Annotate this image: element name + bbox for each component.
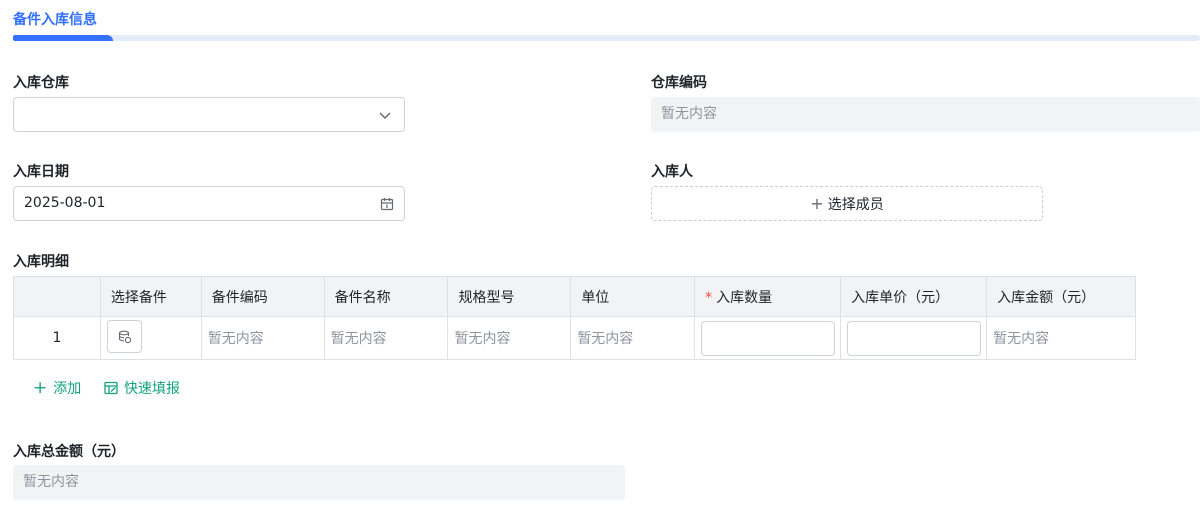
parts-picker-icon	[118, 330, 132, 343]
section-underline-active	[13, 35, 113, 41]
unit-price-input[interactable]	[847, 320, 982, 356]
warehouse-label: 入库仓库	[13, 75, 69, 91]
column-header-quantity-label: 入库数量	[716, 289, 773, 306]
table-row: 1 暂无内容 暂无内容 暂无内容 暂无内容 暂无内容	[13, 316, 1136, 360]
chevron-down-icon	[379, 112, 391, 120]
spec-cell: 暂无内容	[447, 316, 572, 360]
select-part-button[interactable]	[106, 319, 142, 353]
inbound-date-value: 2025-08-01	[24, 195, 106, 211]
unit-price-cell	[840, 316, 988, 360]
total-amount-label: 入库总金额（元）	[13, 444, 125, 460]
inbound-date-input[interactable]: 2025-08-01	[13, 186, 405, 221]
plus-icon: +	[810, 194, 824, 213]
required-mark: *	[705, 289, 713, 306]
row-index: 1	[13, 316, 101, 360]
select-member-label: 选择成员	[827, 197, 884, 213]
column-header-index	[13, 276, 101, 317]
quantity-cell	[694, 316, 842, 360]
section-title: 备件入库信息	[13, 12, 97, 28]
column-header-part-code: 备件编码	[200, 276, 325, 317]
total-amount-value: 暂无内容	[13, 465, 625, 500]
quick-fill-label: 快速填报	[124, 381, 180, 397]
column-header-unit-price: 入库单价（元）	[840, 276, 988, 317]
section-underline	[13, 35, 1200, 41]
part-code-cell: 暂无内容	[200, 316, 325, 360]
select-part-cell	[99, 316, 202, 360]
select-member-button[interactable]: + 选择成员	[651, 186, 1043, 221]
warehouse-select[interactable]	[13, 97, 405, 132]
column-header-part-name: 备件名称	[323, 276, 449, 317]
part-name-cell: 暂无内容	[323, 316, 449, 360]
calendar-icon	[380, 198, 394, 211]
plus-icon: +	[33, 378, 48, 398]
detail-table: 选择备件 备件编码 备件名称 规格型号 单位 * 入库数量 入库单价（元） 入库金…	[13, 276, 1136, 360]
quick-fill-icon	[104, 381, 118, 395]
warehouse-code-value: 暂无内容	[651, 97, 1200, 132]
detail-label: 入库明细	[13, 254, 69, 270]
quantity-input[interactable]	[701, 320, 836, 356]
form-page: 备件入库信息 入库仓库 仓库编码 暂无内容 入库日期 2025-08-01 入库…	[0, 0, 1200, 527]
quick-fill-button[interactable]: 快速填报	[104, 378, 180, 398]
amount-cell: 暂无内容	[986, 316, 1136, 360]
add-row-button[interactable]: + 添加	[33, 378, 81, 398]
column-header-quantity: * 入库数量	[694, 276, 842, 317]
column-header-amount: 入库金额（元）	[986, 276, 1136, 317]
column-header-select-part: 选择备件	[99, 276, 202, 317]
warehouse-code-label: 仓库编码	[651, 75, 707, 91]
add-row-label: 添加	[53, 381, 82, 397]
unit-cell: 暂无内容	[570, 316, 696, 360]
inbound-person-label: 入库人	[651, 164, 693, 180]
column-header-spec: 规格型号	[447, 276, 572, 317]
column-header-unit: 单位	[570, 276, 696, 317]
table-header-row: 选择备件 备件编码 备件名称 规格型号 单位 * 入库数量 入库单价（元） 入库金…	[13, 276, 1136, 317]
inbound-date-label: 入库日期	[13, 164, 69, 180]
